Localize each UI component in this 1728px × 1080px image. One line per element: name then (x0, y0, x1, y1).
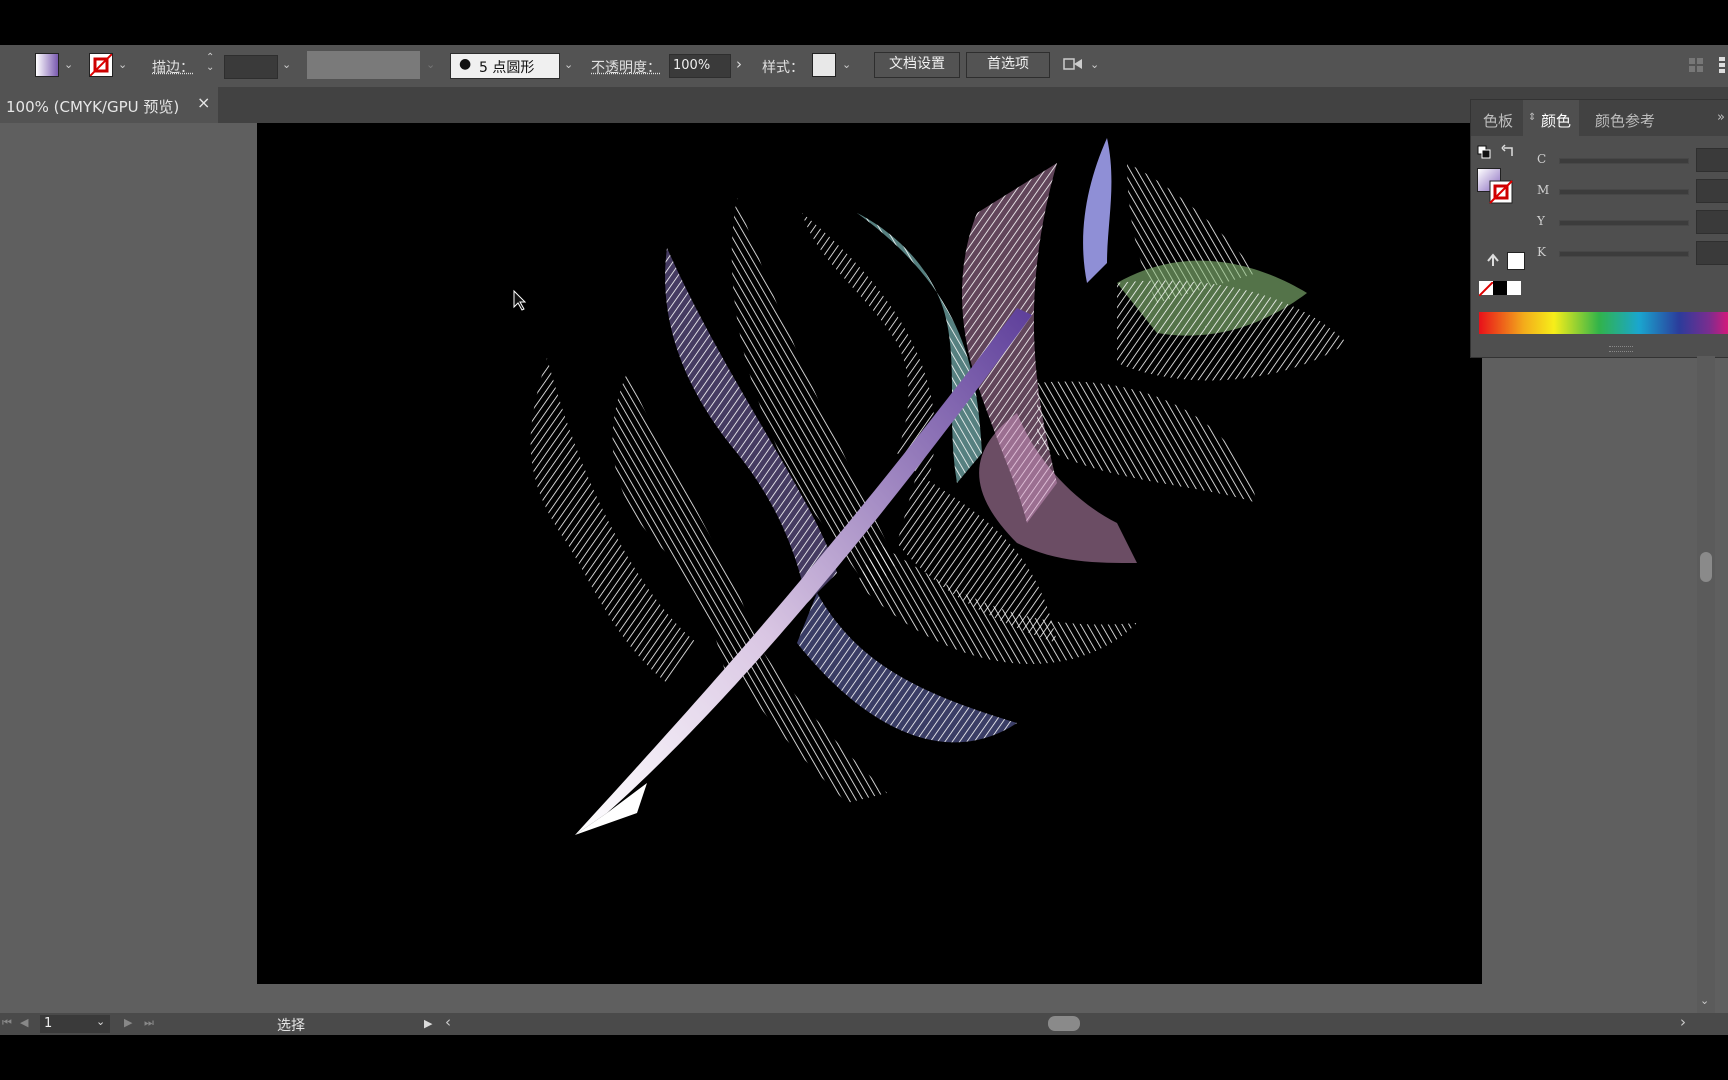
scroll-down-icon[interactable]: ⌄ (1700, 994, 1709, 1007)
tab-color[interactable]: 颜色 (1541, 110, 1571, 131)
chevron-down-icon: ⌄ (426, 58, 436, 71)
vertical-scroll-thumb[interactable] (1700, 552, 1712, 582)
channel-y-label: Y (1537, 214, 1545, 228)
brush-dot-icon: ● (459, 56, 472, 72)
no-stroke-icon (89, 53, 113, 77)
vertical-scrollbar[interactable] (1697, 356, 1715, 1013)
chevron-right-icon[interactable]: › (736, 55, 742, 73)
stroke-swatch[interactable] (89, 53, 113, 77)
opacity-input[interactable]: 100% (669, 54, 731, 78)
brush-definition[interactable]: ● 5 点圆形 (450, 53, 560, 79)
stroke-color-swatch[interactable] (1489, 180, 1513, 204)
horizontal-scroll-thumb[interactable] (1048, 1016, 1080, 1031)
chevron-down-icon[interactable]: ⌄ (118, 58, 127, 71)
arrange-icon[interactable] (1062, 55, 1084, 75)
status-menu-icon[interactable]: ▶ (424, 1017, 432, 1030)
channel-k-slider[interactable] (1559, 251, 1689, 257)
document-setup-button[interactable]: 文档设置 (874, 52, 960, 78)
channel-k-input[interactable] (1696, 241, 1728, 265)
cursor-arrow-icon (513, 289, 527, 311)
panel-resize-handle[interactable] (1609, 346, 1633, 352)
color-panel: 色板 ⇕ 颜色 颜色参考 » C M Y K (1470, 99, 1728, 358)
scroll-left-icon[interactable]: ‹ (445, 1013, 451, 1031)
grid-icon[interactable] (1688, 57, 1704, 73)
artboard-number: 1 (44, 1016, 53, 1031)
panel-menu-icon[interactable] (1718, 55, 1726, 75)
stroke-label[interactable]: 描边： (152, 57, 194, 77)
chevron-down-icon[interactable]: ⌄ (282, 58, 291, 71)
bottom-strip (0, 1035, 1728, 1080)
style-swatch[interactable] (812, 53, 836, 77)
none-icon (1478, 281, 1494, 297)
stepper-icon[interactable]: ⇕ (1528, 112, 1536, 123)
panel-collapse-icon[interactable]: » (1717, 110, 1725, 125)
title-strip (0, 0, 1728, 45)
scroll-right-icon[interactable]: › (1680, 1013, 1686, 1031)
tab-swatches[interactable]: 色板 (1483, 110, 1513, 131)
default-colors-icon[interactable] (1477, 145, 1491, 159)
stroke-weight-input[interactable] (224, 55, 278, 79)
chevron-down-icon[interactable]: ⌄ (64, 58, 73, 71)
channel-y-input[interactable] (1696, 210, 1728, 234)
out-of-gamut-icon[interactable] (1485, 252, 1501, 268)
artboard[interactable] (257, 123, 1482, 984)
channel-m-slider[interactable] (1559, 189, 1689, 195)
tab-color-guide[interactable]: 颜色参考 (1595, 110, 1655, 131)
feather-barb (1037, 381, 1257, 503)
swap-colors-icon[interactable] (1501, 144, 1517, 160)
tool-status: 选择 (277, 1018, 305, 1034)
control-bar: ⌄ ⌄ 描边： ⌃ ⌄ ⌄ ⌄ ● 5 点圆形 ⌄ 不透明度： 100% › 样式… (0, 45, 1728, 87)
document-tab-bar (0, 87, 1728, 123)
color-panel-tabs: 色板 ⇕ 颜色 颜色参考 » (1471, 100, 1728, 136)
previous-artboard-icon[interactable]: ◀ (20, 1016, 28, 1029)
channel-c-slider[interactable] (1559, 158, 1689, 164)
chevron-down-icon[interactable]: ⌄ (842, 58, 851, 71)
feather-barb (1117, 280, 1347, 381)
opacity-value: 100% (673, 58, 711, 73)
style-label: 样式： (762, 60, 804, 76)
color-spectrum[interactable] (1479, 312, 1728, 334)
last-artboard-icon[interactable]: ⏭ (144, 1016, 154, 1030)
close-icon[interactable]: × (197, 93, 210, 112)
artboard-number-field[interactable]: 1 ⌄ (40, 1015, 110, 1033)
channel-c-input[interactable] (1696, 148, 1728, 172)
chevron-down-icon[interactable]: ⌄ (564, 58, 573, 71)
status-bar: ⏮ ◀ 1 ⌄ ▶ ⏭ 选择 ▶ ‹ › (0, 1013, 1728, 1035)
stroke-stepper[interactable]: ⌃ ⌄ (206, 53, 214, 73)
feather-artwork[interactable] (257, 123, 1482, 984)
channel-k-label: K (1537, 245, 1546, 259)
channel-y-slider[interactable] (1559, 220, 1689, 226)
channel-m-input[interactable] (1696, 179, 1728, 203)
next-artboard-icon[interactable]: ▶ (124, 1016, 132, 1029)
chevron-down-icon[interactable]: ⌄ (96, 1015, 105, 1028)
white-swatch[interactable] (1507, 281, 1521, 295)
document-tab[interactable]: 100% (CMYK/GPU 预览) × (0, 87, 218, 123)
preferences-button[interactable]: 首选项 (966, 52, 1050, 78)
channel-m-label: M (1537, 183, 1550, 197)
first-artboard-icon[interactable]: ⏮ (2, 1016, 12, 1030)
brush-value: 5 点圆形 (479, 60, 535, 76)
fill-swatch[interactable] (35, 53, 59, 77)
web-safe-swatch[interactable] (1507, 252, 1525, 270)
none-swatch[interactable] (1478, 281, 1494, 297)
chevron-down-icon[interactable]: ⌄ (1090, 58, 1099, 71)
opacity-label[interactable]: 不透明度： (591, 57, 661, 77)
feather-barb (1083, 138, 1112, 283)
black-swatch[interactable] (1493, 281, 1507, 295)
document-tab-title: 100% (CMYK/GPU 预览) (6, 98, 180, 116)
channel-c-label: C (1537, 152, 1547, 166)
variable-width-profile[interactable] (307, 51, 420, 79)
